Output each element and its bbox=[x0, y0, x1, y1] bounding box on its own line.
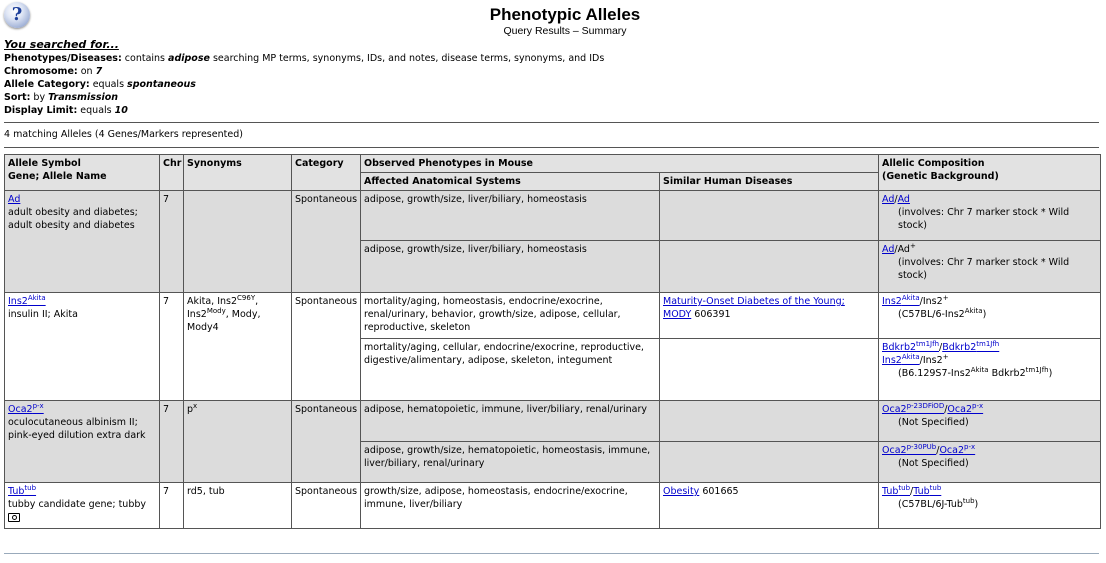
chr-cell: 7 bbox=[159, 292, 184, 401]
column-header-allelic-composition: Allelic Composition (Genetic Background) bbox=[878, 154, 1101, 191]
genetic-background: (involves: Chr 7 marker stock * Wild sto… bbox=[898, 257, 1070, 281]
column-header-observed-phenotypes: Observed Phenotypes in Mouse bbox=[360, 154, 879, 173]
allele-cell: Ad adult obesity and diabetes; adult obe… bbox=[4, 190, 160, 293]
affected-systems-cell: mortality/aging, cellular, endocrine/exo… bbox=[360, 338, 660, 401]
allele-name: insulin II; Akita bbox=[8, 309, 78, 320]
column-header-synonyms: Synonyms bbox=[183, 154, 292, 191]
results-count: 4 matching Alleles (4 Genes/Markers repr… bbox=[4, 129, 243, 140]
similar-diseases-cell bbox=[659, 441, 879, 483]
genotype-link[interactable]: Ad bbox=[898, 194, 910, 205]
allelic-composition-cell: Ins2Akita/Ins2+ (C57BL/6-Ins2Akita) bbox=[878, 292, 1101, 339]
similar-diseases-cell: Maturity-Onset Diabetes of the Young; MO… bbox=[659, 292, 879, 339]
synonyms-cell bbox=[183, 190, 292, 293]
allele-link-ins2[interactable]: Ins2Akita bbox=[8, 294, 46, 307]
allelic-composition-cell: Oca2p-30PUb/Oca2p-x (Not Specified) bbox=[878, 441, 1101, 483]
criteria-display-limit: Display Limit: equals 10 bbox=[4, 105, 128, 116]
allelic-composition-cell: Ad/Ad (involves: Chr 7 marker stock * Wi… bbox=[878, 190, 1101, 241]
column-header-chr: Chr bbox=[159, 154, 184, 191]
column-header-affected-systems: Affected Anatomical Systems bbox=[360, 172, 660, 191]
genotype-link[interactable]: Bdkrb2tm1Jfh bbox=[882, 340, 939, 353]
table-row: Ad adult obesity and diabetes; adult obe… bbox=[4, 190, 1101, 293]
category-cell: Spontaneous bbox=[291, 292, 361, 401]
camera-icon[interactable] bbox=[8, 513, 20, 522]
genotype-link[interactable]: Oca2p-x bbox=[947, 402, 983, 415]
synonyms-cell: px bbox=[183, 400, 292, 483]
divider bbox=[4, 553, 1099, 554]
table-row: Oca2p-x oculocutaneous albinism II; pink… bbox=[4, 400, 1101, 483]
affected-systems-cell: adipose, growth/size, liver/biliary, hom… bbox=[360, 190, 660, 241]
genotype-link[interactable]: Oca2p-30PUb bbox=[882, 443, 936, 456]
affected-systems-cell: adipose, hematopoietic, immune, liver/bi… bbox=[360, 400, 660, 442]
allele-link-ad[interactable]: Ad bbox=[8, 194, 20, 205]
allele-cell: Oca2p-x oculocutaneous albinism II; pink… bbox=[4, 400, 160, 483]
allelic-composition-cell: Tubtub/Tubtub (C57BL/6J-Tubtub) bbox=[878, 482, 1101, 529]
allelic-composition-cell: Ad/Ad+ (involves: Chr 7 marker stock * W… bbox=[878, 240, 1101, 293]
criteria-chromosome: Chromosome: on 7 bbox=[4, 66, 103, 77]
disease-link[interactable]: Obesity bbox=[663, 486, 699, 497]
allelic-composition-cell: Bdkrb2tm1Jfh/Bdkrb2tm1Jfh Ins2Akita/Ins2… bbox=[878, 338, 1101, 401]
column-header-allele-symbol: Allele Symbol Gene; Allele Name bbox=[4, 154, 160, 191]
allele-link-tub[interactable]: Tubtub bbox=[8, 484, 36, 497]
category-cell: Spontaneous bbox=[291, 190, 361, 293]
similar-diseases-cell bbox=[659, 338, 879, 401]
category-cell: Spontaneous bbox=[291, 482, 361, 529]
table-row: Tubtub tubby candidate gene; tubby 7 rd5… bbox=[4, 482, 1101, 529]
column-header-similar-diseases: Similar Human Diseases bbox=[659, 172, 879, 191]
genotype-link[interactable]: Ins2Akita bbox=[882, 294, 920, 307]
page-title: Phenotypic Alleles bbox=[489, 5, 641, 24]
similar-diseases-cell bbox=[659, 190, 879, 241]
table-row: Ins2Akita insulin II; Akita 7 Akita, Ins… bbox=[4, 292, 1101, 401]
synonyms-cell: rd5, tub bbox=[183, 482, 292, 529]
allele-name: tubby candidate gene; tubby bbox=[8, 499, 147, 510]
allele-name: adult obesity and diabetes; adult obesit… bbox=[8, 207, 138, 231]
genotype-link[interactable]: Ad bbox=[882, 244, 894, 255]
genotype-link[interactable]: Ad bbox=[882, 194, 894, 205]
allele-cell: Ins2Akita insulin II; Akita bbox=[4, 292, 160, 401]
chr-cell: 7 bbox=[159, 482, 184, 529]
genetic-background: (B6.129S7-Ins2Akita Bdkrb2tm1Jfh) bbox=[898, 365, 1053, 379]
similar-diseases-cell bbox=[659, 240, 879, 293]
affected-systems-cell: adipose, growth/size, hematopoietic, hom… bbox=[360, 441, 660, 483]
divider bbox=[4, 147, 1099, 148]
genetic-background: (C57BL/6J-Tubtub) bbox=[898, 496, 979, 510]
chr-cell: 7 bbox=[159, 190, 184, 293]
affected-systems-cell: mortality/aging, homeostasis, endocrine/… bbox=[360, 292, 660, 339]
page-subtitle: Query Results – Summary bbox=[503, 25, 627, 37]
genotype-link[interactable]: Tubtub bbox=[913, 484, 941, 497]
genetic-background: (Not Specified) bbox=[898, 458, 969, 469]
similar-diseases-cell bbox=[659, 400, 879, 442]
column-header-category: Category bbox=[291, 154, 361, 191]
allele-cell: Tubtub tubby candidate gene; tubby bbox=[4, 482, 160, 529]
genetic-background: (Not Specified) bbox=[898, 417, 969, 428]
genetic-background: (involves: Chr 7 marker stock * Wild sto… bbox=[898, 207, 1070, 231]
similar-diseases-cell: Obesity 601665 bbox=[659, 482, 879, 529]
divider bbox=[4, 122, 1099, 123]
genotype-link[interactable]: Ins2Akita bbox=[882, 353, 920, 366]
chr-cell: 7 bbox=[159, 400, 184, 483]
search-summary-heading: You searched for... bbox=[4, 38, 119, 51]
genotype-link[interactable]: Oca2p-x bbox=[939, 443, 975, 456]
criteria-allele-category: Allele Category: equals spontaneous bbox=[4, 79, 196, 90]
synonyms-cell: Akita, Ins2C96Y, Ins2Mody, Mody, Mody4 bbox=[183, 292, 292, 401]
allele-name: oculocutaneous albinism II; pink-eyed di… bbox=[8, 417, 146, 441]
genetic-background: (C57BL/6-Ins2Akita) bbox=[898, 306, 987, 320]
allelic-composition-cell: Oca2p-23DFiOD/Oca2p-x (Not Specified) bbox=[878, 400, 1101, 442]
genotype-link[interactable]: Tubtub bbox=[882, 484, 910, 497]
affected-systems-cell: growth/size, adipose, homeostasis, endoc… bbox=[360, 482, 660, 529]
genotype-link[interactable]: Oca2p-23DFiOD bbox=[882, 402, 944, 415]
criteria-phenotypes: Phenotypes/Diseases: contains adipose se… bbox=[4, 53, 605, 64]
results-table: Allele Symbol Gene; Allele Name Chr Synon… bbox=[4, 154, 1101, 529]
criteria-sort: Sort: by Transmission bbox=[4, 92, 119, 103]
allele-link-oca2[interactable]: Oca2p-x bbox=[8, 402, 44, 415]
genotype-link[interactable]: Bdkrb2tm1Jfh bbox=[942, 340, 999, 353]
category-cell: Spontaneous bbox=[291, 400, 361, 483]
affected-systems-cell: adipose, growth/size, liver/biliary, hom… bbox=[360, 240, 660, 293]
